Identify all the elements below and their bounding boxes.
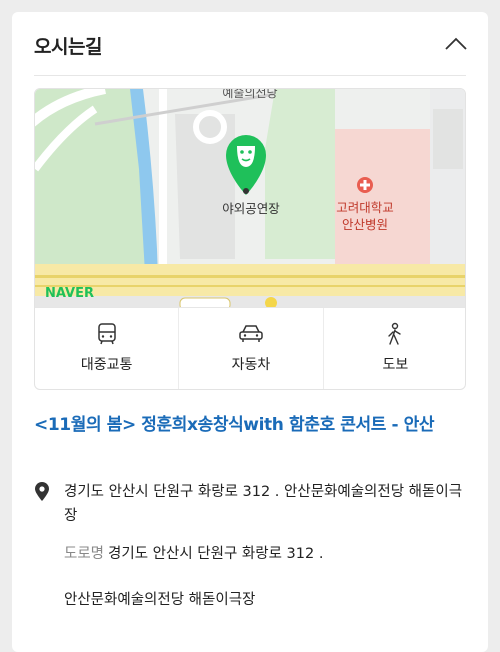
road-address-text: 경기도 안산시 단원구 화랑로 312 . — [108, 546, 324, 562]
map-panel: 예술의전당 야외공연장 고려대학교 안산병원 NAVER 대중교통 자동차 도보 — [34, 88, 466, 390]
car-icon — [239, 325, 263, 342]
section-title: 오시는길 — [34, 36, 102, 58]
transport-car-label: 자동차 — [231, 357, 271, 373]
map-label-hospital-1: 고려대학교 — [336, 200, 394, 215]
transport-walk-label: 도보 — [382, 357, 409, 373]
transport-car-button[interactable]: 자동차 — [179, 308, 324, 389]
road-address-line2: 안산문화예술의전당 해돋이극장 — [64, 592, 256, 608]
section-header[interactable]: 오시는길 — [12, 12, 488, 76]
location-card: 오시는길 예술의전당 야외공연장 고려대학교 안산병원 NAVER 대중교통 자… — [12, 12, 488, 652]
bus-icon — [97, 323, 116, 345]
location-pin-icon — [35, 482, 49, 501]
road-address[interactable]: 도로명 경기도 안산시 단원구 화랑로 312 . — [64, 542, 323, 563]
road-address-tag: 도로명 — [64, 546, 105, 562]
walk-icon — [388, 322, 402, 345]
address-text[interactable]: 경기도 안산시 단원구 화랑로 312 . 안산문화예술의전당 해돋이극장 — [64, 480, 474, 528]
chevron-up-icon[interactable] — [444, 34, 468, 54]
map-label-hospital-2: 안산병원 — [342, 217, 388, 232]
naver-logo: NAVER — [45, 286, 94, 301]
transport-options: 대중교통 자동차 도보 — [35, 307, 465, 389]
divider — [34, 75, 466, 76]
transport-public-button[interactable]: 대중교통 — [35, 308, 180, 389]
map-label-top: 예술의전당 — [222, 89, 277, 100]
event-title-link[interactable]: <11월의 봄> 정훈희x송창식with 함춘호 콘서트 - 안산 — [34, 412, 474, 439]
map-label-venue: 야외공연장 — [222, 201, 280, 216]
transport-public-label: 대중교통 — [80, 357, 133, 373]
map[interactable]: 예술의전당 야외공연장 고려대학교 안산병원 NAVER — [35, 89, 466, 307]
transport-walk-button[interactable]: 도보 — [324, 308, 465, 389]
